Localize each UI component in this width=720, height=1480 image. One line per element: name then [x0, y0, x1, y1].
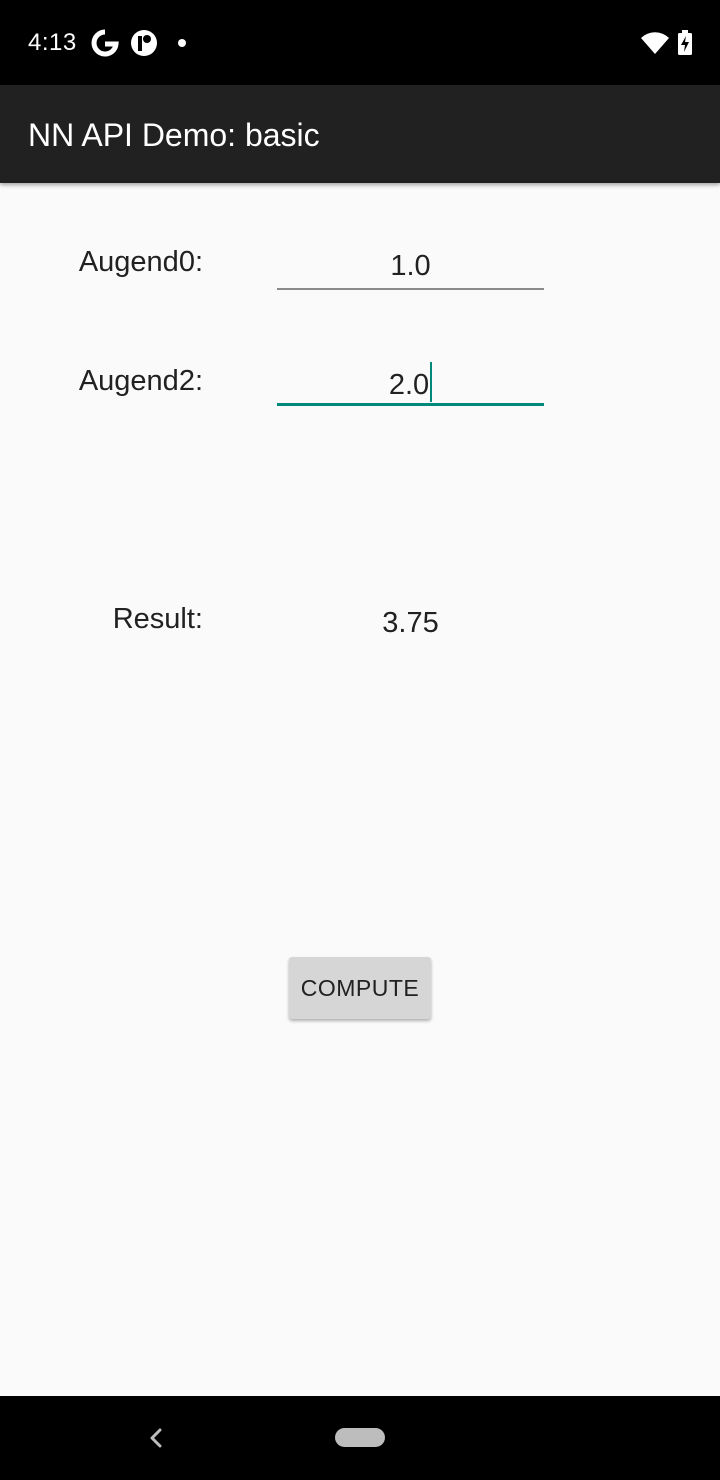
battery-charging-icon [678, 30, 692, 55]
augend2-underline [277, 403, 544, 406]
augend2-value: 2.0 [388, 369, 430, 401]
app-title: NN API Demo: basic [28, 117, 320, 153]
status-time: 4:13 [28, 29, 77, 56]
navigation-bar [0, 1396, 720, 1480]
google-icon [91, 29, 119, 57]
augend2-input[interactable]: 2.0 [277, 350, 544, 406]
dot-icon [178, 39, 186, 47]
app-screen: 4:13 NN API Demo: basic Augend0: 1.0 Aug… [0, 0, 720, 1480]
augend0-label: Augend0: [78, 246, 203, 278]
text-cursor [430, 362, 433, 402]
result-value: 3.75 [382, 607, 439, 639]
compute-button[interactable]: COMPUTE [289, 957, 431, 1019]
home-pill-icon[interactable] [335, 1428, 385, 1447]
wifi-icon [641, 32, 669, 54]
augend0-value: 1.0 [390, 250, 431, 282]
result-label: Result: [112, 603, 203, 635]
augend0-input[interactable]: 1.0 [277, 234, 544, 290]
app-notification-icon [131, 30, 157, 56]
augend2-label: Augend2: [78, 365, 203, 397]
augend0-underline [277, 288, 544, 290]
back-icon[interactable] [143, 1422, 167, 1454]
app-bar: NN API Demo: basic [0, 85, 720, 183]
status-bar: 4:13 [0, 0, 720, 85]
